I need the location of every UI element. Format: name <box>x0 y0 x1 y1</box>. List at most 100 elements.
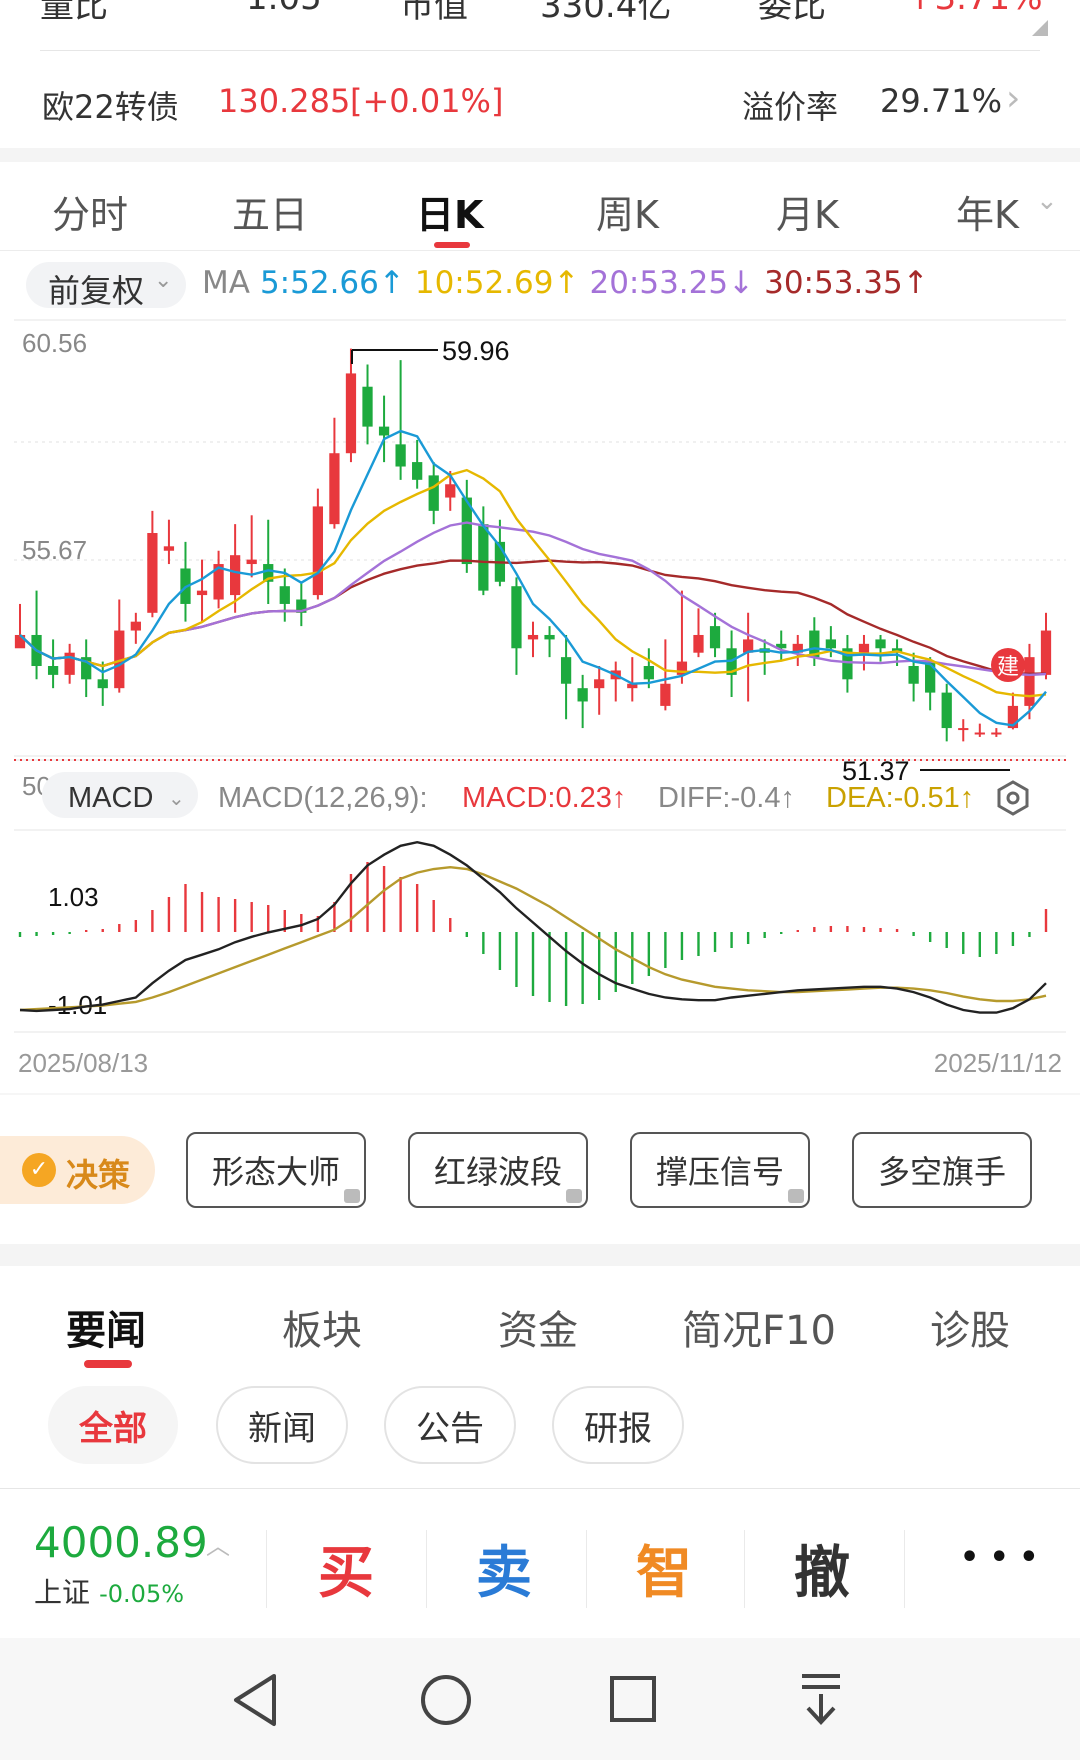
divider <box>426 1530 427 1608</box>
candle-body <box>246 559 257 565</box>
candle-body <box>378 426 390 436</box>
tab-headlines[interactable]: 要闻 <box>66 1298 146 1356</box>
news-tabs: 要闻 板块 资金 简况F10 诊股 <box>0 1266 1080 1366</box>
chevron-down-icon: ⌄ <box>168 786 185 810</box>
candle-body <box>594 679 605 689</box>
sell-button[interactable]: 卖 <box>476 1528 532 1609</box>
date-start: 2025/08/13 <box>18 1048 148 1078</box>
divider <box>586 1530 587 1608</box>
chevron-up-icon: ︿ <box>206 1532 230 1560</box>
cancel-order-button[interactable]: 撤 <box>794 1528 850 1609</box>
convertible-bond-row[interactable]: 欧22转债 130.285 [+0.01%] 溢价率 29.71% › <box>0 58 1080 148</box>
quote-stats-row: 量比 1.05 市值 330.4亿 委比 +3.71% <box>0 0 1080 50</box>
system-nav-bar <box>0 1638 1080 1760</box>
home-icon[interactable] <box>418 1672 474 1728</box>
tab-funds[interactable]: 资金 <box>498 1298 578 1356</box>
macd-value: MACD:0.23↑ <box>462 782 626 814</box>
candle-body <box>660 683 671 706</box>
index-name: 上证 <box>34 1576 91 1609</box>
tab-sectors[interactable]: 板块 <box>282 1298 362 1356</box>
chevron-down-icon[interactable]: ⌄ <box>1036 186 1058 216</box>
red-green-band-chip[interactable]: 红绿波段 <box>408 1132 588 1208</box>
price-axis-mid: 55.67 <box>22 535 87 565</box>
tab-profile-f10[interactable]: 简况F10 <box>682 1298 836 1356</box>
collapse-down-icon[interactable] <box>796 1670 846 1728</box>
chip-label: 红绿波段 <box>433 1153 562 1191</box>
bond-price: 130.285 <box>218 82 351 120</box>
tab-diagnose[interactable]: 诊股 <box>930 1298 1010 1356</box>
recents-icon[interactable] <box>608 1674 660 1726</box>
ma10-value: 10:52.69↑ <box>414 265 580 301</box>
candle-body <box>875 639 886 649</box>
order-ratio-label: 委比 <box>758 0 826 26</box>
volume-ratio-label: 量比 <box>40 0 108 26</box>
index-ticker[interactable]: 4000.89 ︿ 上证 -0.05% <box>34 1518 230 1611</box>
candle-body <box>147 533 158 613</box>
candle-body <box>428 475 439 511</box>
divider <box>904 1530 905 1608</box>
kline-chart[interactable]: 60.56 55.67 50.77 59.96 51.37 建 MACD ⌄ M… <box>0 318 1080 1098</box>
candle-body <box>560 657 572 684</box>
index-value: 4000.89 <box>34 1518 208 1567</box>
market-cap-label: 市值 <box>400 0 468 26</box>
index-change: -0.05% <box>99 1580 185 1608</box>
tab-five-day[interactable]: 五日 <box>232 184 308 239</box>
ma-legend: MA 5:52.66↑ 10:52.69↑ 20:53.25↓ 30:53.35↑ <box>202 265 939 301</box>
candle-body <box>577 688 588 702</box>
candle-body <box>693 634 704 653</box>
candle-body <box>329 453 340 525</box>
section-gap <box>0 148 1080 162</box>
buy-button[interactable]: 买 <box>318 1528 374 1609</box>
filter-announcements[interactable]: 公告 <box>384 1386 516 1464</box>
price-axis-top: 60.56 <box>22 328 87 358</box>
dea-value: DEA:-0.51↑ <box>826 782 974 814</box>
chip-label: 形态大师 <box>211 1153 340 1191</box>
chip-label: 撑压信号 <box>655 1153 784 1191</box>
adjust-selector[interactable]: 前复权 ⌄ <box>26 262 186 310</box>
diff-value: DIFF:-0.4↑ <box>658 782 795 814</box>
ma20-value: 20:53.25↓ <box>589 265 755 301</box>
tab-weekly-k[interactable]: 周K <box>596 184 659 239</box>
pattern-master-chip[interactable]: 形态大师 <box>186 1132 366 1208</box>
smart-button[interactable]: 智 <box>636 1528 692 1609</box>
filter-news[interactable]: 新闻 <box>216 1386 348 1464</box>
market-cap-value: 330.4亿 <box>540 0 672 26</box>
divider <box>40 50 1040 51</box>
candle-body <box>709 626 721 649</box>
macd-axis-top: 1.03 <box>48 882 99 912</box>
expand-corner-icon[interactable] <box>1032 20 1048 36</box>
tab-monthly-k[interactable]: 月K <box>776 184 839 239</box>
date-end: 2025/11/12 <box>934 1048 1062 1078</box>
active-tab-indicator <box>434 242 470 248</box>
candle-body <box>511 586 522 649</box>
long-short-flag-chip[interactable]: 多空旗手 <box>852 1132 1032 1208</box>
candle-body <box>908 666 919 684</box>
bond-name: 欧22转债 <box>42 88 179 126</box>
support-pressure-chip[interactable]: 撑压信号 <box>630 1132 810 1208</box>
tab-daily-k[interactable]: 日K <box>416 184 483 239</box>
more-button[interactable]: • • • <box>960 1540 1038 1575</box>
candle-body <box>643 666 654 680</box>
ma5-value: 5:52.66↑ <box>259 265 405 301</box>
feature-chip-row: 形态大师 红绿波段 撑压信号 多空旗手 <box>0 1120 1080 1210</box>
filter-research[interactable]: 研报 <box>552 1386 684 1464</box>
settings-gear-icon[interactable] <box>997 780 1029 816</box>
candle-body <box>1040 630 1052 675</box>
lock-icon <box>566 1189 582 1203</box>
ma-prefix: MA <box>202 265 250 301</box>
candle-body <box>196 590 208 596</box>
candle-body <box>478 524 489 591</box>
candle-body <box>395 444 406 467</box>
back-icon[interactable] <box>230 1672 280 1728</box>
tab-yearly-k[interactable]: 年K <box>956 184 1019 239</box>
chip-label: 多空旗手 <box>877 1153 1006 1191</box>
filter-all[interactable]: 全部 <box>48 1386 178 1464</box>
tab-intraday[interactable]: 分时 <box>52 184 128 239</box>
order-ratio-value: +3.71% <box>906 0 1043 18</box>
candle-body <box>858 643 870 653</box>
active-tab-indicator <box>84 1360 132 1368</box>
candle-body <box>163 546 175 551</box>
macd-params: MACD(12,26,9): <box>218 782 428 814</box>
chevron-down-icon: ⌄ <box>154 268 173 293</box>
candle-body <box>1024 657 1035 706</box>
